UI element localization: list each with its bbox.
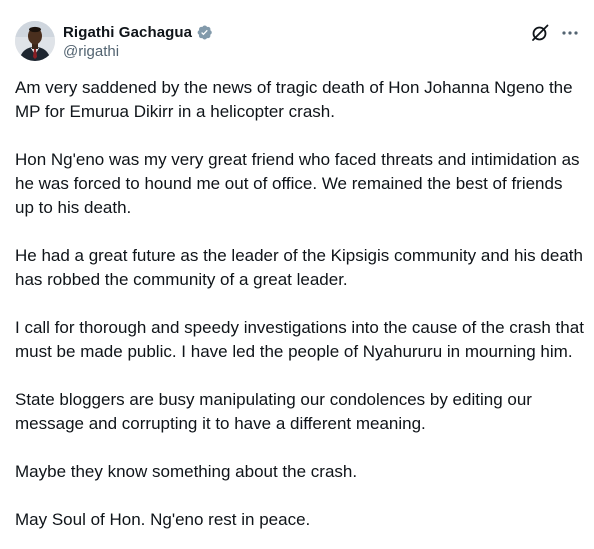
tweet-paragraph: Am very saddened by the news of tragic d… bbox=[15, 78, 573, 121]
grok-icon[interactable] bbox=[530, 23, 550, 43]
tweet-card: Rigathi Gachagua @rigathi Am very sadden… bbox=[0, 0, 594, 549]
more-options-icon[interactable] bbox=[560, 23, 580, 43]
tweet-paragraph: Maybe they know something about the cras… bbox=[15, 462, 358, 481]
verified-badge-icon[interactable] bbox=[196, 24, 213, 41]
author-handle[interactable]: @rigathi bbox=[63, 43, 213, 60]
tweet-paragraph: May Soul of Hon. Ng'eno rest in peace. bbox=[15, 510, 311, 529]
tweet-paragraph: State bloggers are busy manipulating our… bbox=[15, 390, 532, 433]
header-actions bbox=[530, 23, 580, 43]
tweet-header: Rigathi Gachagua @rigathi bbox=[15, 21, 580, 63]
tweet-paragraph: He had a great future as the leader of t… bbox=[15, 246, 583, 289]
tweet-paragraph: I call for thorough and speedy investiga… bbox=[15, 318, 584, 361]
author-names: Rigathi Gachagua @rigathi bbox=[63, 22, 213, 60]
author-display-name[interactable]: Rigathi Gachagua bbox=[63, 24, 192, 41]
tweet-paragraph: Hon Ng'eno was my very great friend who … bbox=[15, 150, 580, 217]
tweet-text: Am very saddened by the news of tragic d… bbox=[15, 76, 585, 549]
name-row: Rigathi Gachagua bbox=[63, 22, 213, 42]
avatar[interactable] bbox=[15, 21, 55, 61]
profile-photo-icon bbox=[15, 21, 55, 61]
